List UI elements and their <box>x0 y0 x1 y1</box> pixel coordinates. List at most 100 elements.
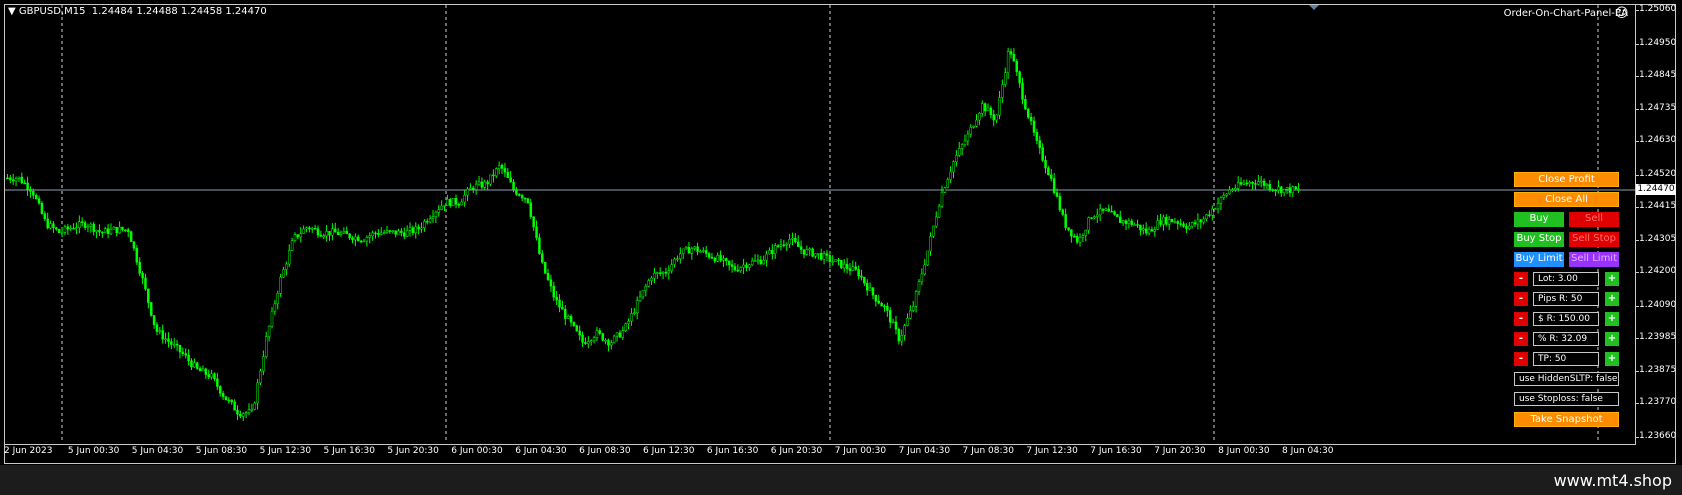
tp-plus-button[interactable]: + <box>1605 352 1619 366</box>
candle-body <box>98 229 101 233</box>
candle-body <box>29 189 32 192</box>
candle-body <box>1165 216 1168 225</box>
candle-body <box>1234 188 1237 190</box>
candle-body <box>218 386 222 394</box>
collapse-arrow-icon[interactable]: ▼ <box>8 6 16 17</box>
candle-body <box>1216 203 1220 210</box>
candle-body <box>900 335 903 342</box>
sell-button[interactable]: Sell <box>1569 212 1619 227</box>
pct-r-plus-button[interactable]: + <box>1605 332 1619 346</box>
candle-body <box>1199 219 1203 223</box>
candle-body <box>773 245 777 254</box>
candle-body <box>492 174 495 177</box>
candle-body <box>555 296 558 301</box>
candle-body <box>1213 208 1217 211</box>
candle-body <box>474 183 478 190</box>
candle-body <box>400 230 403 233</box>
candle-body <box>1087 217 1090 231</box>
candle-body <box>909 310 912 319</box>
candle-body <box>500 165 504 169</box>
candle-body <box>633 312 636 315</box>
candle-body <box>1176 221 1180 224</box>
lot-field[interactable]: Lot: 3.00 <box>1533 272 1599 286</box>
candle-body <box>267 325 271 337</box>
tp-field[interactable]: TP: 50 <box>1533 352 1599 366</box>
candle-body <box>1225 193 1228 196</box>
sell-stop-button[interactable]: Sell Stop <box>1569 232 1619 247</box>
candle-body <box>934 216 938 227</box>
candle-body <box>69 227 72 230</box>
pips-r-minus-button[interactable]: - <box>1514 292 1528 306</box>
smiley-face-icon[interactable]: ☺ <box>1615 7 1629 20</box>
pips-r-field[interactable]: Pips R: 50 <box>1533 292 1599 306</box>
use-stoploss-toggle[interactable]: use Stoploss: false <box>1514 392 1619 406</box>
candle-body <box>929 236 932 252</box>
candle-body <box>403 232 406 237</box>
candle-body <box>541 253 544 263</box>
sell-limit-button[interactable]: Sell Limit <box>1569 252 1619 267</box>
candle-body <box>725 258 728 262</box>
time-tick-label: 5 Jun 04:30 <box>131 446 184 456</box>
candle-body <box>702 250 705 252</box>
close-all-button[interactable]: Close All <box>1514 192 1619 207</box>
pct-r-field[interactable]: % R: 32.09 <box>1533 332 1599 346</box>
candle-body <box>1044 160 1047 169</box>
candle-body <box>914 291 918 307</box>
pips-r-plus-button[interactable]: + <box>1605 292 1619 306</box>
candle-body <box>112 227 116 230</box>
candle-body <box>121 226 124 230</box>
candle-body <box>1006 51 1010 73</box>
candle-body <box>1285 187 1289 190</box>
candle-body <box>1205 214 1208 220</box>
candle-body <box>656 272 659 274</box>
candle-body <box>986 107 990 112</box>
candle-body <box>886 306 889 311</box>
lot-minus-button[interactable]: - <box>1514 272 1528 286</box>
candle-body <box>1291 186 1295 194</box>
tp-minus-button[interactable]: - <box>1514 352 1528 366</box>
buy-limit-button[interactable]: Buy Limit <box>1514 252 1564 267</box>
candle-body <box>690 248 694 254</box>
hidden-sltp-toggle[interactable]: use HiddenSLTP: false <box>1514 372 1619 386</box>
candle-body <box>917 281 921 292</box>
candle-body <box>615 332 619 337</box>
candle-body <box>1113 211 1116 215</box>
candle-body <box>1104 208 1108 211</box>
candle-body <box>89 223 93 227</box>
candle-body <box>863 276 866 284</box>
candle-body <box>451 198 455 207</box>
candle-body <box>1202 218 1205 223</box>
candle-body <box>696 246 699 252</box>
usd-r-plus-button[interactable]: + <box>1605 312 1619 326</box>
candle-body <box>788 238 791 245</box>
candle-body <box>342 230 346 234</box>
candle-body <box>428 218 432 223</box>
candle-body <box>1136 224 1139 226</box>
candle-body <box>262 356 265 372</box>
price-tick-label: 1.24090 <box>1639 299 1677 310</box>
buy-button[interactable]: Buy <box>1514 212 1564 227</box>
candle-body <box>66 226 70 230</box>
candle-body <box>587 341 590 344</box>
usd-r-field[interactable]: $ R: 150.00 <box>1533 312 1599 326</box>
candle-body <box>9 177 12 180</box>
candle-body <box>250 408 254 411</box>
lot-plus-button[interactable]: + <box>1605 272 1619 286</box>
take-snapshot-button[interactable]: Take Snapshot <box>1514 412 1619 427</box>
candle-body <box>592 337 596 341</box>
price-tick-label: 1.24520 <box>1639 168 1677 179</box>
candle-body <box>903 325 906 336</box>
candle-body <box>868 287 872 291</box>
candle-body <box>989 107 993 115</box>
candle-body <box>408 227 412 231</box>
usd-r-minus-button[interactable]: - <box>1514 312 1528 326</box>
pct-r-minus-button[interactable]: - <box>1514 332 1528 346</box>
candle-body <box>1009 51 1013 55</box>
close-profit-button[interactable]: Close Profit <box>1514 172 1619 187</box>
buy-stop-button[interactable]: Buy Stop <box>1514 232 1564 247</box>
candle-body <box>80 221 84 223</box>
candle-body <box>1101 208 1105 211</box>
candle-body <box>354 236 357 241</box>
candle-body <box>687 247 691 254</box>
candle-body <box>72 227 75 230</box>
